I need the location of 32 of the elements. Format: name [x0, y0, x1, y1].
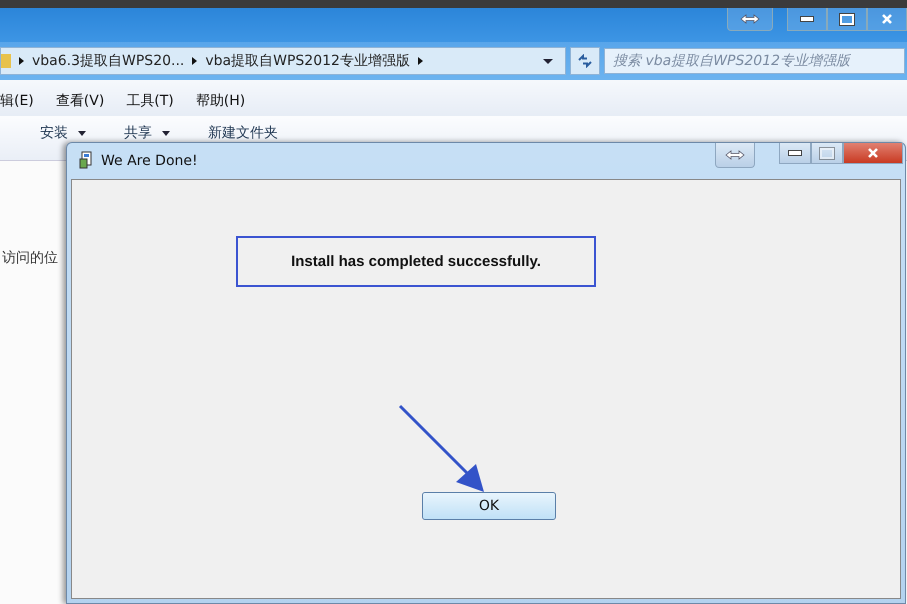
dialog-title: We Are Done! — [101, 153, 199, 169]
address-bar[interactable]: vba6.3提取自WPS20... vba提取自WPS2012专业增强版 — [0, 47, 566, 75]
chevron-icon — [19, 57, 24, 65]
refresh-button[interactable] — [570, 47, 600, 75]
snap-button[interactable] — [715, 143, 755, 168]
chevron-icon — [192, 57, 198, 65]
double-arrow-icon — [740, 14, 760, 24]
toolbar-button[interactable]: 共享 — [124, 124, 170, 142]
close-button[interactable] — [843, 143, 903, 164]
chevron-icon — [418, 57, 423, 65]
menu-item[interactable]: 工具(T) — [126, 92, 174, 110]
toolbar-button[interactable]: 新建文件夹 — [208, 124, 278, 142]
breadcrumb[interactable]: vba6.3提取自WPS20... — [32, 52, 184, 70]
double-arrow-icon — [725, 150, 745, 160]
message-box: Install has completed successfully. — [236, 236, 596, 287]
search-field[interactable]: 搜索 vba提取自WPS2012专业增强版 — [604, 48, 905, 74]
close-icon — [881, 13, 893, 25]
folder-icon — [1, 54, 11, 68]
close-icon — [867, 147, 879, 159]
refresh-icon — [577, 54, 593, 68]
menu-item[interactable]: 辑(E) — [0, 92, 34, 110]
maximize-button[interactable] — [827, 8, 867, 31]
dropdown-icon — [543, 58, 553, 64]
ok-button[interactable]: OK — [422, 492, 556, 520]
menu-item[interactable]: 帮助(H) — [196, 92, 246, 110]
minimize-button[interactable] — [779, 143, 811, 164]
minimize-button[interactable] — [787, 8, 827, 31]
snap-button[interactable] — [727, 8, 773, 31]
nav-item[interactable]: 访问的位 — [2, 250, 58, 266]
menu-item[interactable]: 查看(V) — [56, 92, 104, 110]
breadcrumb[interactable]: vba提取自WPS2012专业增强版 — [205, 52, 410, 70]
toolbar-button[interactable]: 安装 — [40, 124, 86, 142]
